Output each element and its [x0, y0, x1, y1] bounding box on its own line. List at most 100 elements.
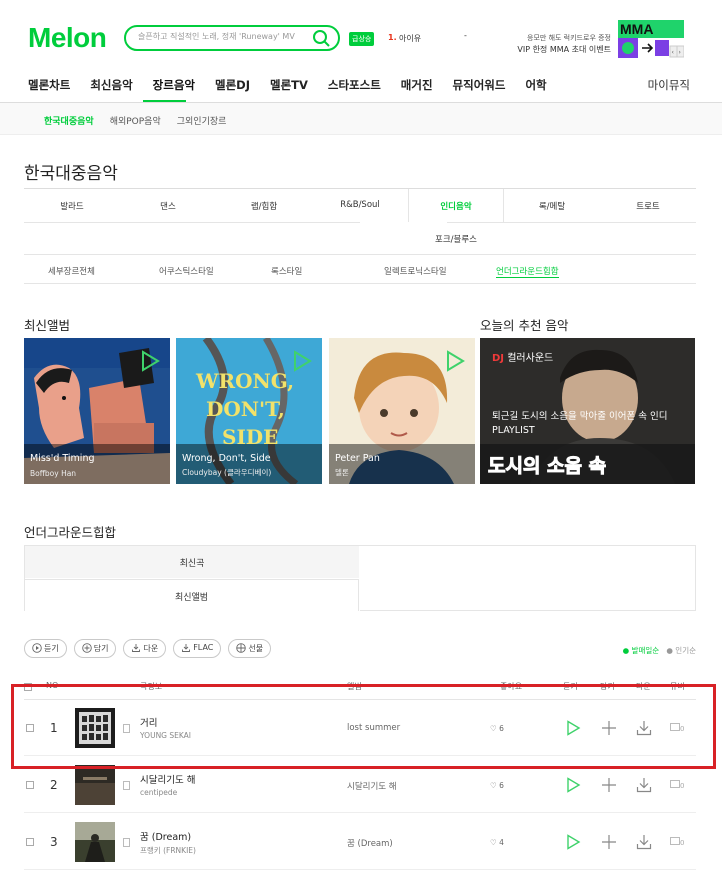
song-album[interactable]: 시달리기도 해 [347, 780, 397, 792]
gnb-language[interactable]: 어학 [525, 77, 546, 95]
gnb-genre[interactable]: 장르음악 [153, 77, 195, 95]
album-card[interactable]: Miss'd Timing Boffboy Han [24, 338, 170, 484]
genre-rnb[interactable]: R&B/Soul [312, 200, 408, 222]
subnav: 한국대중음악 해외POP음악 그외인기장르 [44, 114, 242, 127]
row-checkbox[interactable] [26, 781, 34, 789]
genre-hiphop[interactable]: 랩/힙합 [216, 200, 312, 222]
album-overlay [329, 444, 475, 484]
song-info-icon[interactable] [123, 838, 130, 847]
gnb-chart[interactable]: 멜론차트 [28, 77, 70, 95]
download-button[interactable]: 다운 [123, 639, 167, 658]
album-title[interactable]: Peter Pan [335, 453, 380, 464]
flac-button[interactable]: FLAC [173, 639, 222, 658]
promo-text-1[interactable]: 응모만 해도 럭키드로우 증정 [510, 33, 611, 43]
mma-banner[interactable]: MMA ‹ › [618, 20, 685, 58]
subnav-pop[interactable]: 해외POP음악 [110, 114, 161, 127]
play-icon[interactable] [138, 350, 160, 372]
detail-all[interactable]: 세부장르전체 [48, 265, 95, 277]
table-row[interactable]: 3 꿈 (Dream) 프랭키 (FRNKIE) 꿈 (Dream) ♡ 4 0 [24, 814, 696, 870]
genre-dance[interactable]: 댄스 [120, 200, 216, 222]
subnav-korean[interactable]: 한국대중음악 [44, 114, 94, 127]
search-input[interactable]: 슬픈하고 직설적인 노래, 정재 'Runeway' MV [138, 31, 295, 42]
song-title[interactable]: 꿈 (Dream) [140, 829, 191, 843]
sort-options: ● 발매일순 ● 인기순 [623, 645, 696, 656]
listen-label: 듣기 [44, 644, 59, 653]
download-icon[interactable] [636, 834, 652, 850]
song-artist[interactable]: centipede [140, 788, 177, 797]
song-title[interactable]: 시달리기도 해 [140, 772, 195, 786]
realtime-keyword[interactable]: 아이유 [399, 33, 421, 44]
genre-rock[interactable]: 록/메탈 [504, 200, 600, 222]
album-title[interactable]: Wrong, Don't, Side [182, 453, 271, 464]
genre-ballad[interactable]: 발라드 [24, 200, 120, 222]
mv-icon [670, 780, 680, 788]
add-label: 담기 [93, 644, 109, 653]
genre-folk[interactable]: 포크/블루스 [408, 233, 504, 245]
page-title: 한국대중음악 [24, 164, 118, 184]
promo-text-2[interactable]: VIP 한정 MMA 초대 이벤트 [510, 44, 611, 55]
gnb-magazine[interactable]: 매거진 [401, 77, 433, 95]
genre-grid-line [24, 222, 360, 223]
mv-count[interactable]: 0 [670, 837, 684, 847]
highlight-box [11, 684, 716, 769]
album-thumbnail[interactable] [75, 765, 115, 805]
detail-rock[interactable]: 록스타일 [271, 265, 302, 277]
album-artist[interactable]: Cloudybay (클라우디베이) [182, 467, 271, 478]
download-label: 다운 [143, 644, 159, 653]
melon-logo[interactable]: Melon [28, 22, 107, 54]
realtime-rank: 1. [388, 33, 397, 42]
tab-latest-songs[interactable]: 최신곡 [25, 546, 359, 578]
gnb-dj[interactable]: 멜론DJ [215, 77, 250, 95]
gnb-tv[interactable]: 멜론TV [270, 77, 308, 95]
album-artist[interactable]: Boffboy Han [30, 469, 76, 478]
album-thumbnail[interactable] [75, 822, 115, 862]
play-icon[interactable] [443, 350, 465, 372]
gnb-newmusic[interactable]: 최신음악 [90, 77, 132, 95]
genre-trot[interactable]: 트로트 [600, 200, 696, 222]
gnb-starpost[interactable]: 스타포스트 [328, 77, 381, 95]
listen-button[interactable]: 듣기 [24, 639, 67, 658]
action-buttons: 듣기 담기 다운 FLAC 선물 [24, 639, 278, 658]
like-count[interactable]: ♡ 4 [490, 838, 504, 847]
detail-acoustic[interactable]: 어쿠스틱스타일 [159, 265, 214, 277]
song-artist[interactable]: 프랭키 (FRNKIE) [140, 845, 196, 856]
album-card[interactable]: Peter Pan 델론 [329, 338, 475, 484]
svg-text:DON'T,: DON'T, [206, 397, 285, 421]
detail-underground-hiphop[interactable]: 언더그라운드힙합 [496, 265, 559, 278]
mv-count[interactable]: 0 [670, 780, 684, 790]
realtime-badge: 급상승 [349, 32, 375, 46]
play-icon[interactable] [290, 350, 312, 372]
like-count[interactable]: ♡ 6 [490, 781, 504, 790]
tab-latest-albums[interactable]: 최신앨범 [25, 579, 359, 611]
download-icon [182, 644, 191, 652]
search-box[interactable]: 슬픈하고 직설적인 노래, 정재 'Runeway' MV [124, 25, 340, 51]
sort-release[interactable]: ● 발매일순 [623, 646, 660, 655]
album-overlay [176, 444, 322, 484]
row-checkbox[interactable] [26, 838, 34, 846]
genre-grid-line [447, 222, 696, 223]
mymusic-link[interactable]: 마이뮤직 [648, 77, 690, 93]
genre-indie[interactable]: 인디음악 [408, 189, 504, 222]
recommend-desc[interactable]: 퇴근길 도시의 소음을 막아줄 이어폰 속 인디 PLAYLIST [492, 410, 687, 438]
plus-icon[interactable] [601, 834, 617, 850]
play-icon[interactable] [565, 777, 581, 793]
song-info-icon[interactable] [123, 781, 130, 790]
svg-text:MMA: MMA [620, 21, 653, 37]
add-button[interactable]: 담기 [73, 639, 117, 658]
search-icon[interactable] [312, 29, 330, 47]
album-card[interactable]: WRONG, DON'T, SIDE Wrong, Don't, Side Cl… [176, 338, 322, 484]
detail-electronic[interactable]: 일렉트로닉스타일 [384, 265, 447, 277]
new-albums-title: 최신앨범 [24, 318, 71, 333]
recommend-card[interactable]: DJ 컬러사운드 퇴근길 도시의 소음을 막아줄 이어폰 속 인디 PLAYLI… [480, 338, 695, 484]
album-title[interactable]: Miss'd Timing [30, 453, 95, 464]
sort-popular[interactable]: ● 인기순 [666, 646, 696, 655]
subnav-other[interactable]: 그외인기장르 [177, 114, 227, 127]
download-icon[interactable] [636, 777, 652, 793]
tab-divider [360, 610, 696, 611]
gift-button[interactable]: 선물 [228, 639, 272, 658]
song-album[interactable]: 꿈 (Dream) [347, 837, 393, 849]
album-artist[interactable]: 델론 [335, 467, 349, 478]
plus-icon[interactable] [601, 777, 617, 793]
gnb-award[interactable]: 뮤직어워드 [453, 77, 506, 95]
play-icon[interactable] [565, 834, 581, 850]
